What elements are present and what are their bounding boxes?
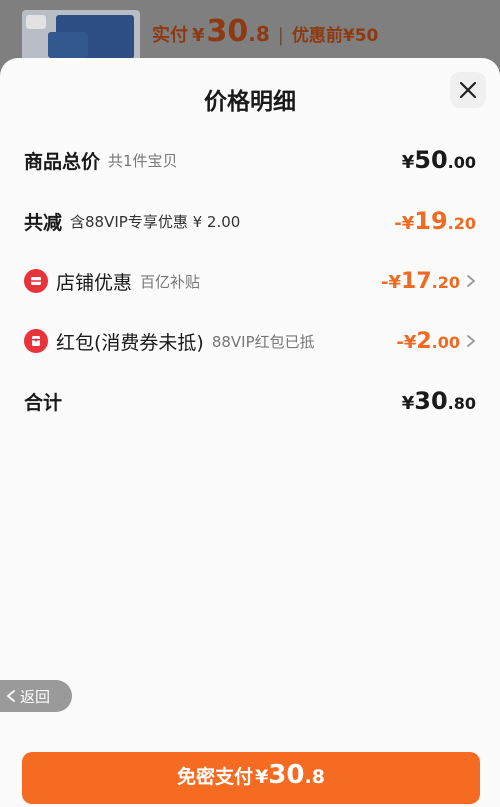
goods-total-amount: ¥ 50 .00 [402, 146, 476, 174]
back-button[interactable]: 返回 [0, 680, 72, 712]
original-price-label: 优惠前 [291, 26, 343, 46]
total-discount-decimal: .20 [447, 214, 476, 233]
close-icon [459, 81, 477, 99]
red-packet-icon [24, 329, 48, 353]
sum-amount: ¥ 30 .80 [402, 387, 476, 415]
original-price: ¥50 [342, 26, 379, 46]
goods-total-label: 商品总价 [24, 150, 101, 173]
red-packet-note: 88VIP红包已抵 [211, 332, 315, 351]
sum-decimal: .80 [447, 394, 476, 413]
red-packet-currency: -¥ [396, 331, 417, 353]
total-discount-integer: 19 [414, 207, 448, 235]
shop-discount-note: 百亿补贴 [140, 272, 201, 291]
row-sum: 合计 ¥ 30 .80 [24, 381, 476, 421]
pay-currency: ¥ [255, 766, 269, 788]
sum-currency: ¥ [401, 393, 415, 414]
pay-amount-decimal: .8 [304, 766, 325, 788]
paid-price-integer: 30 [206, 14, 249, 49]
thumbnail-product-secondary [48, 32, 88, 58]
price-separator: | [277, 25, 284, 46]
price-detail-sheet: 价格明细 商品总价 共1件宝贝 ¥ 50 .00 共减 含88VIP专享优惠 ¥… [0, 58, 500, 807]
goods-total-decimal: .00 [447, 153, 476, 172]
row-total-discount: 共减 含88VIP专享优惠 ¥ 2.00 -¥ 19 .20 [24, 201, 476, 241]
total-discount-amount: -¥ 19 .20 [394, 207, 476, 235]
shop-discount-icon [24, 269, 48, 293]
thumbnail-badge [26, 15, 46, 29]
chevron-left-icon [6, 690, 15, 702]
red-packet-decimal: .00 [431, 332, 460, 352]
close-button[interactable] [450, 72, 486, 108]
shop-discount-integer: 17 [401, 268, 432, 294]
paid-currency: ¥ [192, 25, 205, 46]
sum-integer: 30 [414, 387, 448, 415]
shop-discount-decimal: .20 [431, 272, 460, 292]
paid-label: 实付 [152, 25, 188, 46]
red-packet-integer: 2 [416, 328, 432, 354]
row-red-packet[interactable]: 红包(消费券未抵) 88VIP红包已抵 -¥ 2 .00 [24, 321, 476, 361]
red-packet-amount: -¥ 2 .00 [396, 329, 460, 354]
total-discount-currency: -¥ [394, 213, 415, 234]
chevron-right-icon [466, 274, 476, 288]
paid-price-summary: 实付 ¥ 30 .8 | 优惠前 ¥50 [152, 14, 378, 49]
pay-button[interactable]: 免密支付 ¥ 30 .8 [22, 752, 480, 804]
row-shop-discount[interactable]: 店铺优惠 百亿补贴 -¥ 17 .20 [24, 261, 476, 301]
goods-count: 共1件宝贝 [108, 151, 178, 170]
product-thumbnail [22, 10, 140, 62]
pay-label: 免密支付 [177, 766, 254, 788]
row-goods-total: 商品总价 共1件宝贝 ¥ 50 .00 [24, 140, 476, 180]
sum-label: 合计 [24, 391, 63, 414]
vip-discount-note: 含88VIP专享优惠 ¥ 2.00 [70, 212, 241, 231]
goods-total-integer: 50 [414, 146, 448, 174]
back-label: 返回 [20, 687, 51, 706]
total-discount-label: 共减 [24, 211, 63, 234]
sheet-title: 价格明细 [204, 89, 296, 115]
shop-discount-label: 店铺优惠 [56, 271, 133, 294]
shop-discount-currency: -¥ [381, 271, 402, 293]
paid-price-decimal: .8 [248, 22, 270, 46]
chevron-right-icon [466, 334, 476, 348]
pay-amount-integer: 30 [268, 760, 305, 790]
shop-discount-amount: -¥ 17 .20 [381, 269, 460, 294]
red-packet-label: 红包(消费券未抵) [56, 331, 204, 354]
goods-total-currency: ¥ [401, 152, 415, 173]
